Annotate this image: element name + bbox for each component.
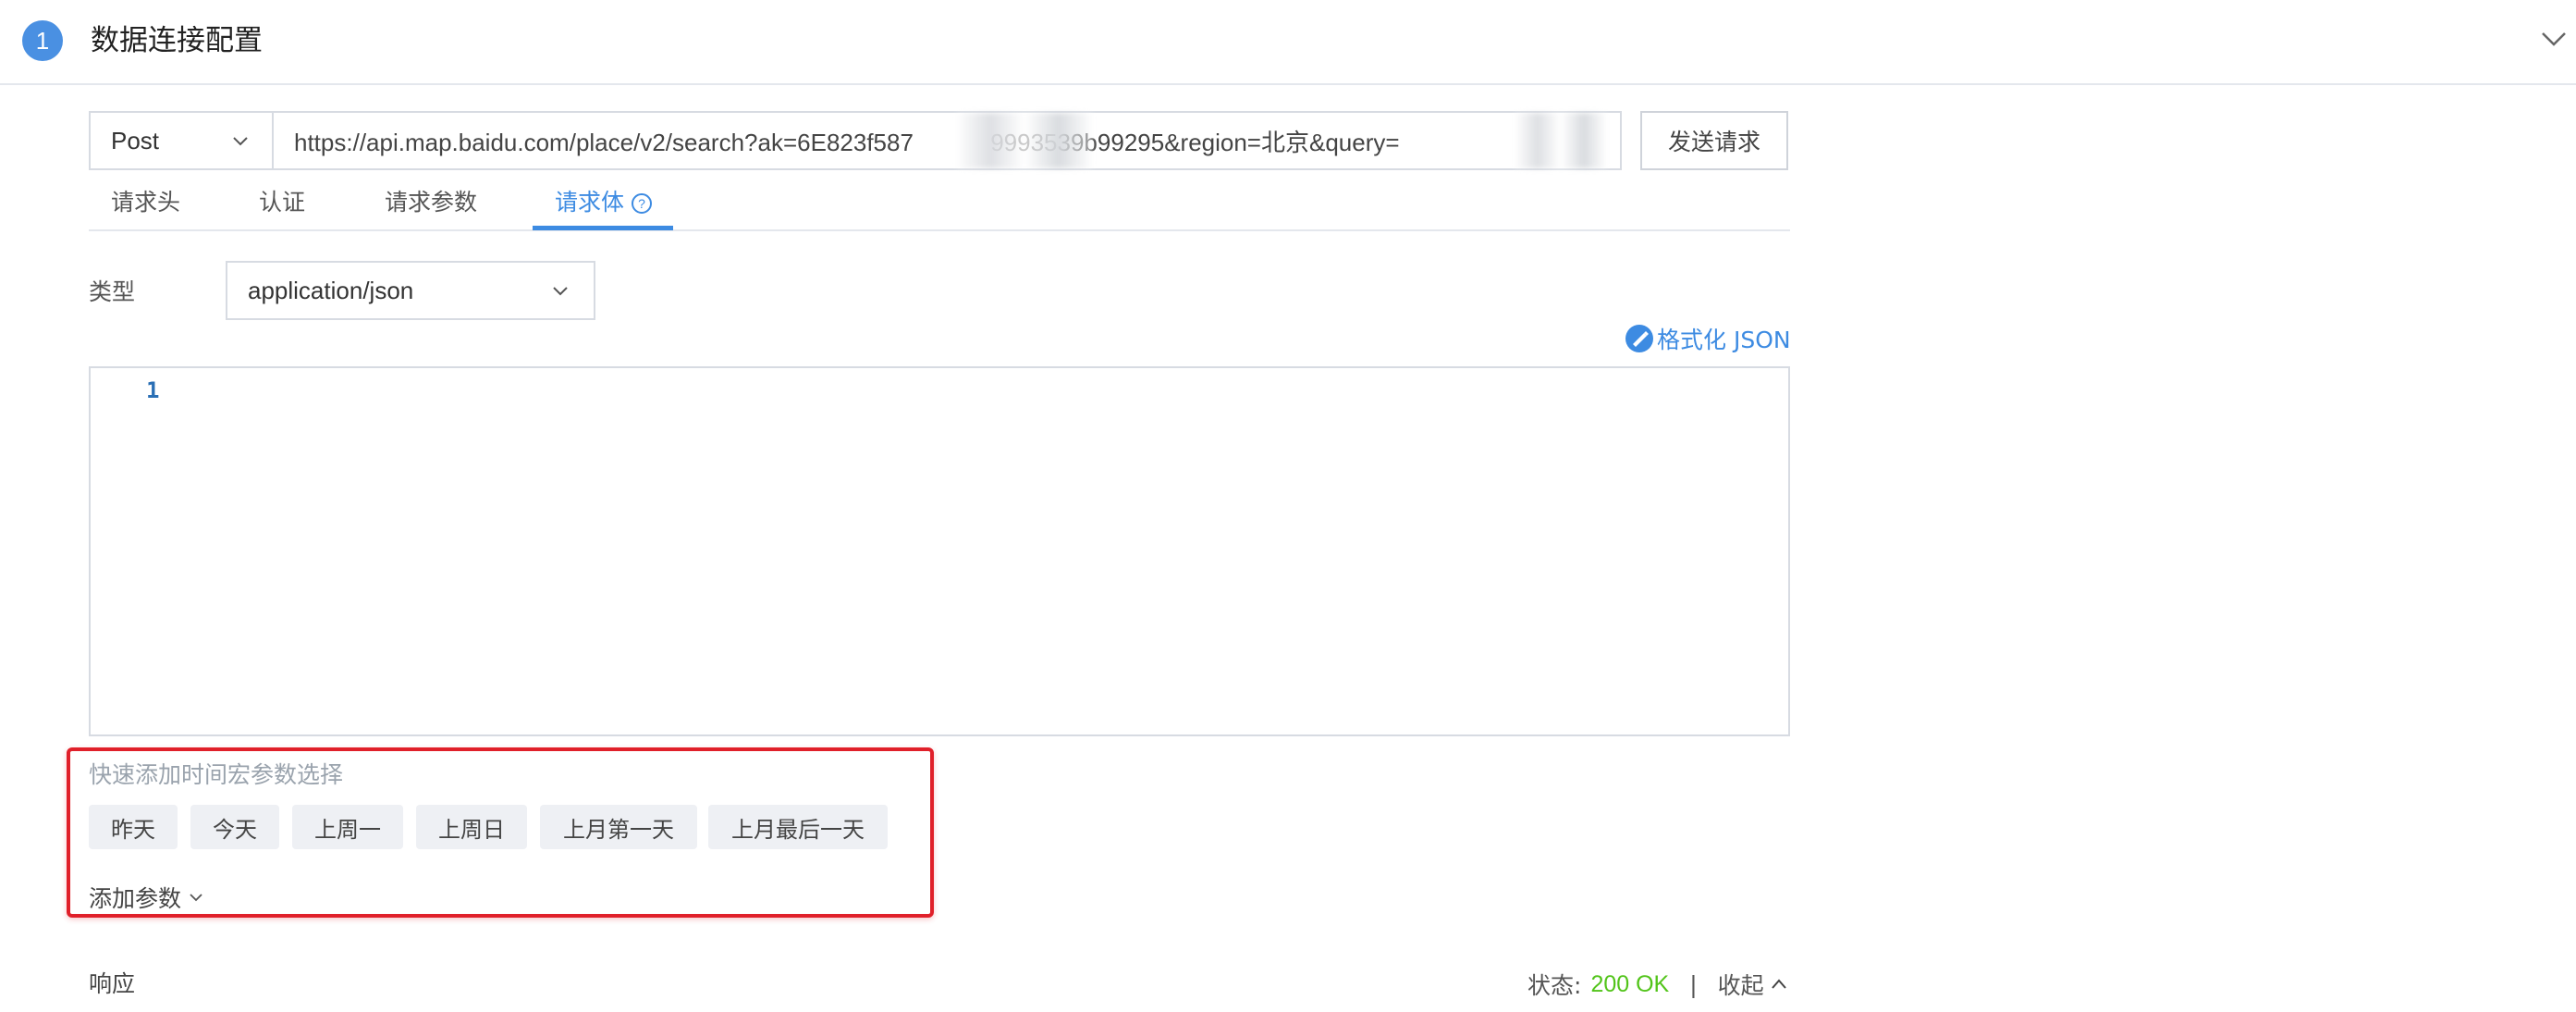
chevron-down-icon [233,137,248,146]
add-param-label: 添加参数 [89,885,182,912]
chevron-up-icon [1771,979,1786,989]
tab-label: 请求体 [555,189,625,216]
step-badge: 1 [22,20,63,61]
separator: | [1689,970,1698,998]
chevron-down-icon[interactable] [2539,28,2569,50]
chevron-down-icon [190,894,202,902]
format-json-label: 格式化 JSON [1657,327,1791,353]
request-tabs: 请求头 认证 请求参数 请求体? [89,176,1790,231]
url-value: https://api.map.baidu.com/place/v2/searc… [294,128,1400,156]
macro-chip[interactable]: 上周一 [292,805,403,849]
content-type-value: application/json [248,276,414,304]
collapse-label: 收起 [1717,972,1764,999]
response-label: 响应 [89,970,136,997]
macro-chip[interactable]: 今天 [190,805,279,849]
url-input[interactable]: https://api.map.baidu.com/place/v2/searc… [272,111,1622,170]
tab-label: 认证 [259,189,306,216]
tab-label: 请求头 [111,189,181,216]
help-circle-icon[interactable]: ? [632,193,653,214]
redacted-region [1515,113,1607,168]
tab-auth[interactable]: 认证 [259,183,305,229]
section-title: 数据连接配置 [91,24,263,57]
line-number: 1 [146,377,160,403]
format-json-button[interactable]: 格式化 JSON [1624,320,1791,357]
tab-label: 请求参数 [385,189,478,216]
add-param-button[interactable]: 添加参数 [89,881,203,914]
status-value: 200 OK [1590,970,1670,997]
response-status: 状态: 200 OK | 收起 [1527,968,1788,1001]
macro-chip[interactable]: 昨天 [89,805,178,849]
format-icon [1625,325,1653,352]
send-request-button[interactable]: 发送请求 [1640,111,1788,170]
type-label: 类型 [89,278,136,305]
status-label: 状态: [1527,972,1582,999]
collapse-response-button[interactable]: 收起 [1718,968,1788,1001]
json-editor[interactable]: 1 [89,366,1790,736]
macro-chip[interactable]: 上周日 [416,805,527,849]
macro-chip[interactable]: 上月最后一天 [708,805,888,849]
method-select[interactable]: Post [89,111,274,170]
method-value: Post [111,126,160,154]
content-type-select[interactable]: application/json [226,261,595,320]
tab-body[interactable]: 请求体? [555,183,653,229]
tab-headers[interactable]: 请求头 [111,183,180,229]
active-tab-indicator [533,226,673,230]
macro-chip[interactable]: 上月第一天 [540,805,697,849]
redacted-region [956,113,1093,168]
chevron-down-icon [553,287,568,296]
section-header[interactable]: 1 数据连接配置 [0,0,2576,85]
tab-params[interactable]: 请求参数 [385,183,477,229]
quick-macro-title: 快速添加时间宏参数选择 [89,761,344,788]
